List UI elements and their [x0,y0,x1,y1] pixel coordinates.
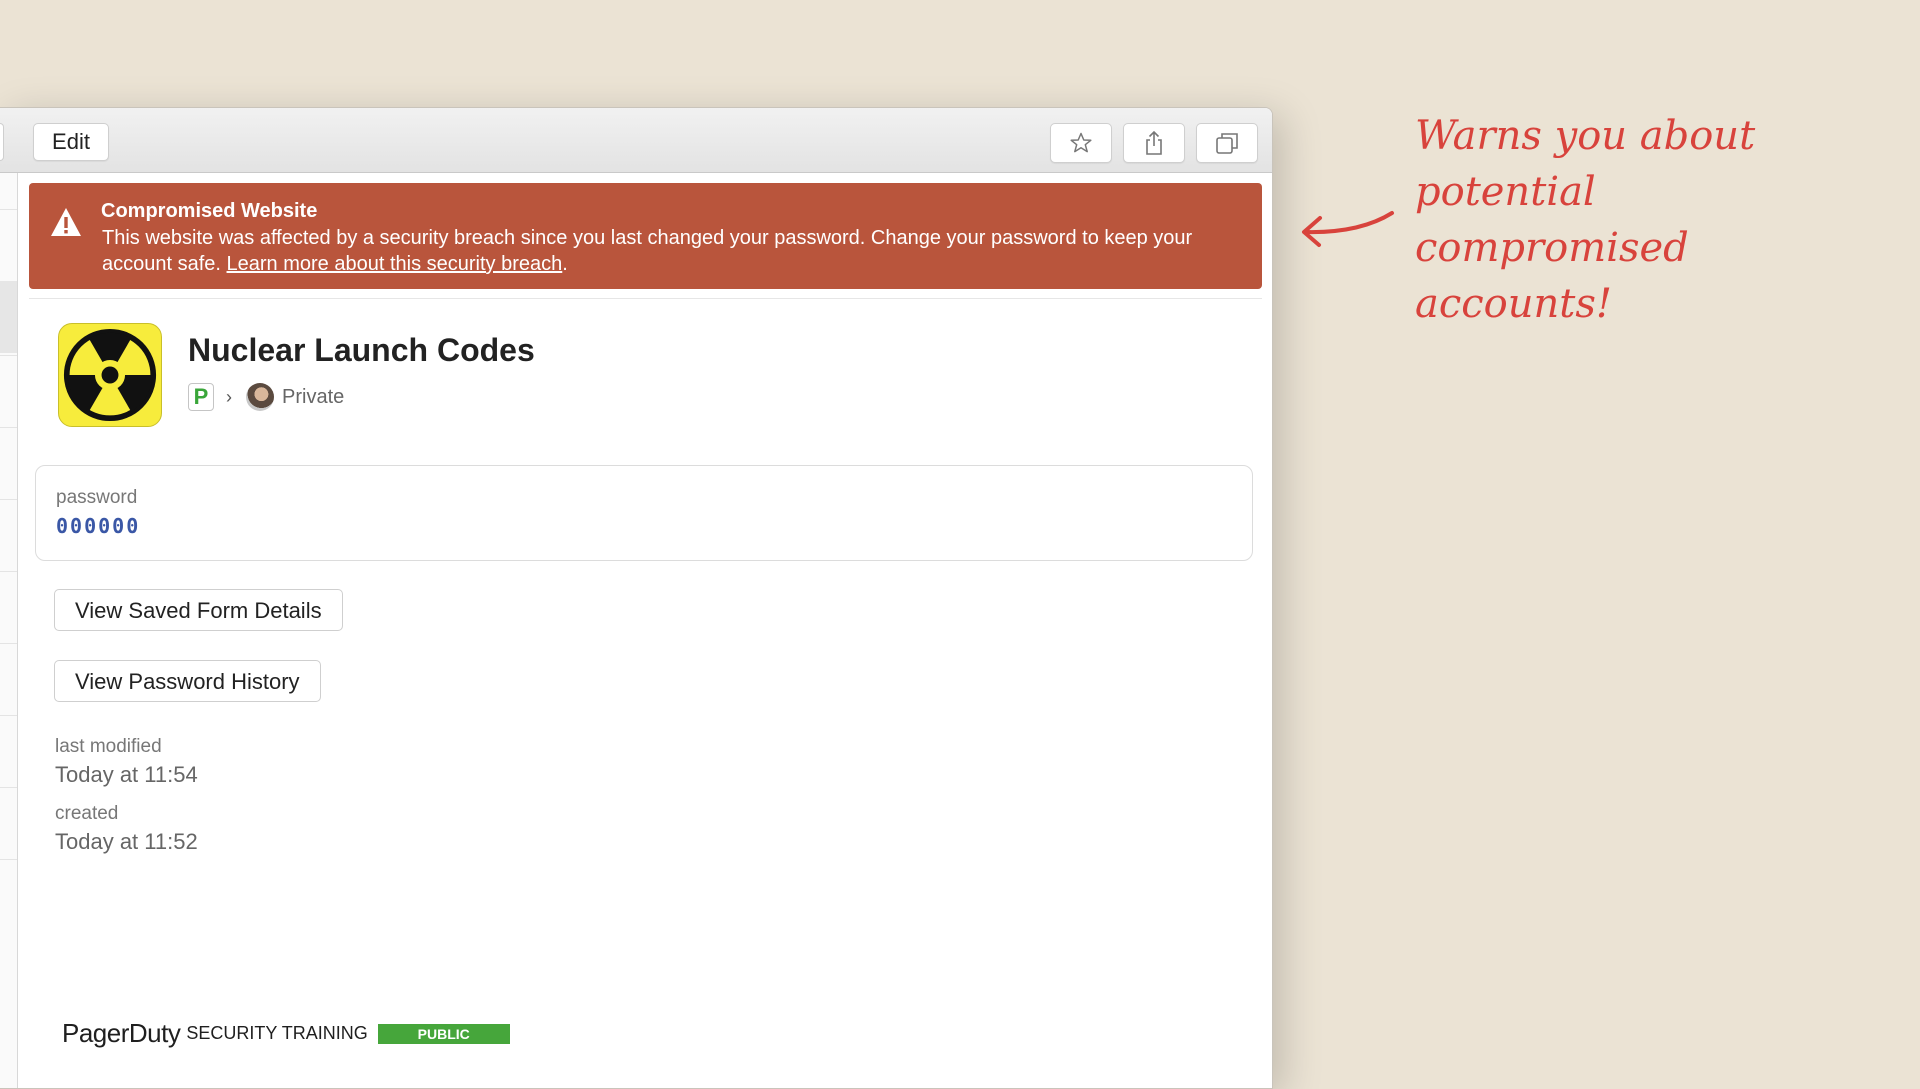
vault-name: Private [282,385,345,408]
last-modified-label: last modified [55,736,162,757]
password-label: password [56,487,138,508]
account-badge: P [188,383,214,411]
annotation-line-2: compromised accounts! [1415,225,1689,327]
share-button[interactable] [1123,123,1185,163]
view-password-history-button[interactable]: View Password History [54,660,321,702]
radiation-icon [63,328,157,422]
footer-branding: PagerDuty SECURITY TRAINING PUBLIC [62,1018,510,1049]
view-saved-form-details-button[interactable]: View Saved Form Details [54,589,343,631]
last-modified-value: Today at 11:54 [55,762,198,787]
chevron-right-icon: › [226,386,232,407]
copy-window-button[interactable] [1196,123,1258,163]
banner-message: This website was affected by a security … [102,225,1232,277]
created-label: created [55,803,119,824]
annotation-text: Warns you about potential compromised ac… [1415,108,1895,332]
header-divider [29,298,1262,299]
sidebar-list-edge [0,173,18,1088]
brand-subtitle: SECURITY TRAINING [186,1023,368,1043]
toolbar: Edit [0,108,1272,173]
vault-breadcrumb[interactable]: P › Private [188,382,344,412]
banner-title: Compromised Website [101,200,318,222]
created-value: Today at 11:52 [55,829,198,854]
public-badge: PUBLIC [377,1023,510,1044]
avatar [246,383,274,411]
star-icon [1070,132,1092,153]
password-field-card[interactable]: password 000000 [35,465,1253,561]
warning-icon [51,208,81,236]
sidebar-selected-row[interactable] [0,281,17,353]
sidebar-edge [0,123,4,161]
banner-suffix: . [562,253,568,275]
annotation-line-1: Warns you about potential [1415,113,1756,215]
favorite-button[interactable] [1050,123,1112,163]
item-detail-window: Edit Compromised Website This website wa… [0,107,1273,1089]
copy-icon [1216,133,1238,154]
arrow-left-icon [1302,211,1394,247]
learn-more-link[interactable]: Learn more about this security breach [227,253,563,275]
edit-button[interactable]: Edit [33,123,109,161]
brand-logo: PagerDuty [62,1018,181,1048]
password-value[interactable]: 000000 [56,514,140,538]
share-icon [1146,130,1162,155]
item-icon [58,323,162,427]
item-title: Nuclear Launch Codes [188,332,535,368]
compromised-website-banner: Compromised Website This website was aff… [29,183,1262,289]
